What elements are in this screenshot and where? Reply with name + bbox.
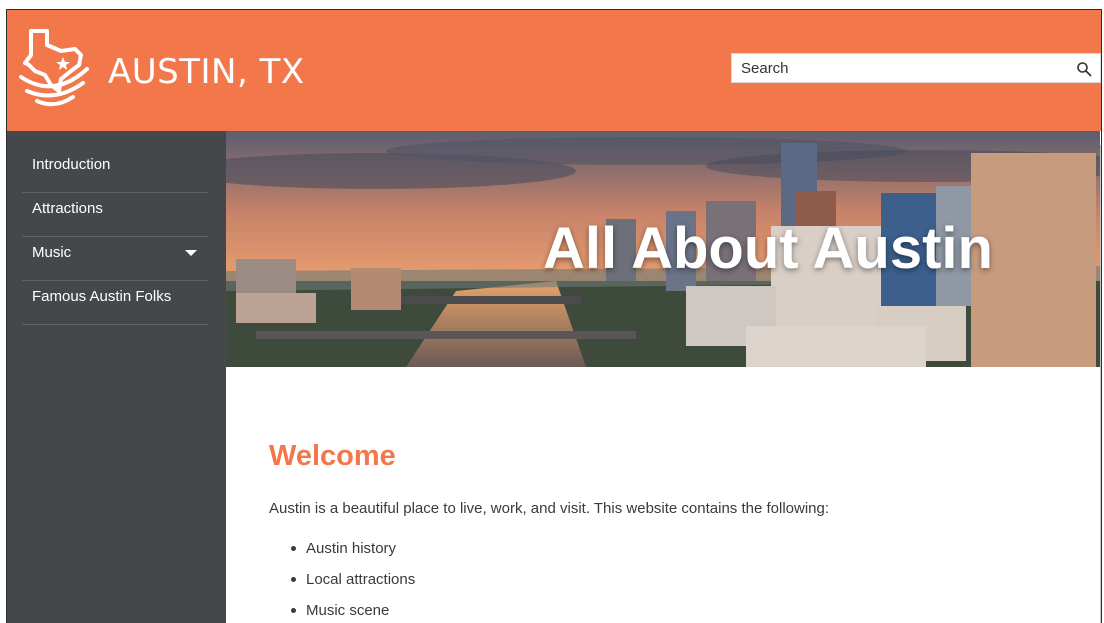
sidebar-item-music[interactable]: Music [22,237,208,281]
main-content: Welcome Austin is a beautiful place to l… [269,440,1069,623]
sidebar-item-label: Introduction [32,156,111,173]
sidebar-item-introduction[interactable]: Introduction [22,149,208,193]
page-heading: Welcome [269,440,396,472]
browser-viewport: AUSTIN, TX Introduction Attractions Musi… [6,9,1102,623]
sidebar-item-label: Attractions [32,200,103,217]
hero-banner: All About Austin [226,131,1100,367]
sidebar-item-famous-austin-folks[interactable]: Famous Austin Folks [22,281,208,325]
search-box [731,53,1101,83]
sidebar-item-label: Music [32,244,72,261]
site-header: AUSTIN, TX [7,10,1101,131]
search-icon[interactable] [1076,61,1092,77]
content-list: Austin history Local attractions Music s… [269,540,1069,623]
list-item: Austin history [269,540,1069,571]
list-item: Music scene [269,602,1069,623]
texas-star-logo-icon[interactable] [17,25,91,109]
hero-title: All About Austin [543,216,993,281]
scrollbar[interactable] [1100,145,1101,623]
caret-down-icon[interactable] [185,250,197,256]
list-item: Local attractions [269,571,1069,602]
sidebar-nav: Introduction Attractions Music Famous Au… [22,149,208,325]
sidebar: Introduction Attractions Music Famous Au… [7,131,226,623]
search-input[interactable] [732,54,1052,82]
sidebar-item-attractions[interactable]: Attractions [22,193,208,237]
site-title[interactable]: AUSTIN, TX [108,52,305,92]
intro-paragraph: Austin is a beautiful place to live, wor… [269,500,830,517]
sidebar-item-label: Famous Austin Folks [32,288,172,305]
